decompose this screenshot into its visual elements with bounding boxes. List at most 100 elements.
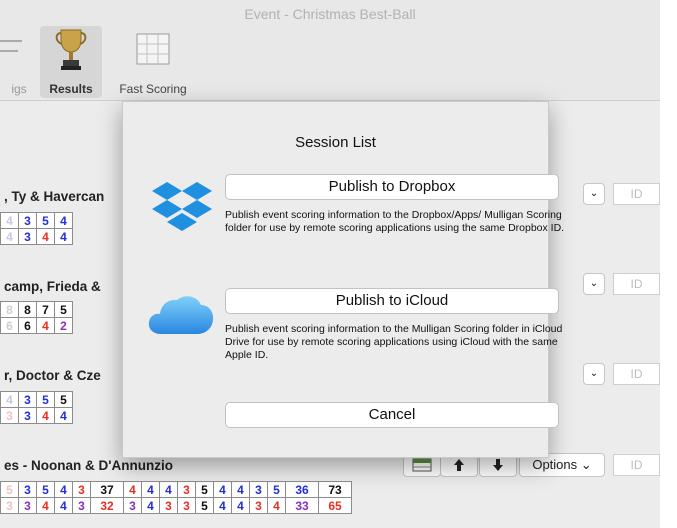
arrow-down-icon [493,459,503,471]
score-cell[interactable]: 3 [177,497,196,514]
score-cell[interactable]: 4 [54,228,73,245]
score-cell[interactable]: 4 [54,497,73,514]
score-cell[interactable]: 3 [18,481,37,498]
score-cell[interactable]: 4 [0,228,19,245]
publish-icloud-button[interactable]: Publish to iCloud [225,288,559,314]
score-cell[interactable]: 4 [213,497,232,514]
team-name: , Ty & Havercan [4,189,105,204]
score-cell[interactable]: 3 [249,497,268,514]
score-cell[interactable]: 4 [231,497,250,514]
score-total-cell: 65 [318,497,352,514]
score-grid: 5 3 5 4 3 37 4 4 4 3 5 4 4 3 5 36 73 3 3 [0,481,352,514]
score-cell[interactable]: 5 [36,481,55,498]
score-row: 6 6 4 2 [0,317,73,334]
chevron-down-icon: ⌄ [580,457,592,472]
main-window: Event - Christmas Best-Ball igs Results [0,0,660,528]
score-cell[interactable]: 5 [195,497,214,514]
session-list-dialog: Session List Publish to Dropbox Publish … [122,101,564,458]
score-row: 5 3 5 4 3 37 4 4 4 3 5 4 4 3 5 36 73 [0,481,352,498]
score-row: 4 3 5 4 [0,212,73,229]
score-cell[interactable]: 4 [141,497,160,514]
score-cell[interactable]: 5 [267,481,286,498]
score-cell[interactable]: 5 [54,301,73,318]
toolbar-item-results[interactable]: Results [40,26,102,98]
arrow-up-icon [454,459,464,471]
toolbar-item-settings[interactable]: igs [0,26,38,98]
score-cell[interactable]: 4 [267,497,286,514]
toolbar: Event - Christmas Best-Ball igs Results [0,0,660,101]
score-cell[interactable]: 5 [36,212,55,229]
score-total-cell: 36 [285,481,319,498]
score-cell[interactable]: 3 [123,497,142,514]
score-cell[interactable]: 4 [54,407,73,424]
chevron-down-icon[interactable]: ⌄ [583,363,605,385]
score-cell[interactable]: 3 [249,481,268,498]
score-row: 4 3 5 5 [0,391,73,408]
score-cell[interactable]: 4 [36,228,55,245]
score-cell[interactable]: 3 [0,407,19,424]
score-cell[interactable]: 3 [0,497,19,514]
score-cell[interactable]: 2 [54,317,73,334]
trophy-icon [55,29,87,70]
icloud-description: Publish event scoring information to the… [225,323,563,361]
score-grid: 4 3 5 5 3 3 4 4 [0,391,73,424]
score-cell[interactable]: 6 [0,317,19,334]
score-cell[interactable]: 4 [54,212,73,229]
toolbar-item-fast-scoring[interactable]: Fast Scoring [106,26,200,98]
score-cell[interactable]: 3 [72,497,91,514]
score-grid: 8 8 7 5 6 6 4 2 [0,301,73,334]
window-title: Event - Christmas Best-Ball [244,6,416,22]
score-cell[interactable]: 4 [0,391,19,408]
scorecard-icon [412,458,432,472]
team-name: camp, Frieda & [4,279,101,294]
score-cell[interactable]: 4 [36,497,55,514]
score-cell[interactable]: 4 [0,212,19,229]
score-cell[interactable]: 4 [159,481,178,498]
toolbar-label-results: Results [49,82,93,96]
id-field[interactable]: ID [613,454,660,476]
score-cell[interactable]: 4 [141,481,160,498]
score-cell[interactable]: 4 [36,317,55,334]
score-cell[interactable]: 3 [18,228,37,245]
score-cell[interactable]: 3 [18,391,37,408]
score-cell[interactable]: 4 [123,481,142,498]
id-field[interactable]: ID [613,273,660,295]
score-cell[interactable]: 3 [18,497,37,514]
id-field[interactable]: ID [613,363,660,385]
score-cell[interactable]: 8 [18,301,37,318]
score-cell[interactable]: 5 [195,481,214,498]
score-cell[interactable]: 5 [0,481,19,498]
dropbox-icon [152,182,212,231]
score-row: 3 3 4 4 3 32 3 4 3 3 5 4 4 3 4 33 65 [0,497,352,514]
score-cell[interactable]: 3 [159,497,178,514]
score-cell[interactable]: 4 [213,481,232,498]
score-cell[interactable]: 6 [18,317,37,334]
score-cell[interactable]: 3 [177,481,196,498]
score-cell[interactable]: 3 [18,212,37,229]
score-row: 8 8 7 5 [0,301,73,318]
score-total-cell: 73 [318,481,352,498]
dropbox-description: Publish event scoring information to the… [225,209,565,234]
score-total-cell: 33 [285,497,319,514]
id-field[interactable]: ID [613,183,660,205]
options-label: Options [532,457,578,472]
score-cell[interactable]: 5 [36,391,55,408]
chevron-down-icon[interactable]: ⌄ [583,183,605,205]
toolbar-label-fast-scoring: Fast Scoring [119,82,187,96]
score-cell[interactable]: 5 [54,391,73,408]
team-name: r, Doctor & Cze [4,368,101,383]
score-cell[interactable]: 4 [36,407,55,424]
toolbar-label-settings: igs [11,82,27,96]
publish-dropbox-button[interactable]: Publish to Dropbox [225,174,559,200]
score-total-cell: 32 [90,497,124,514]
score-cell[interactable]: 4 [54,481,73,498]
score-cell[interactable]: 8 [0,301,19,318]
score-row: 4 3 4 4 [0,228,73,245]
chevron-down-icon[interactable]: ⌄ [583,273,605,295]
score-cell[interactable]: 3 [18,407,37,424]
score-cell[interactable]: 3 [72,481,91,498]
score-cell[interactable]: 7 [36,301,55,318]
icloud-icon [148,296,214,334]
cancel-button[interactable]: Cancel [225,402,559,428]
score-cell[interactable]: 4 [231,481,250,498]
